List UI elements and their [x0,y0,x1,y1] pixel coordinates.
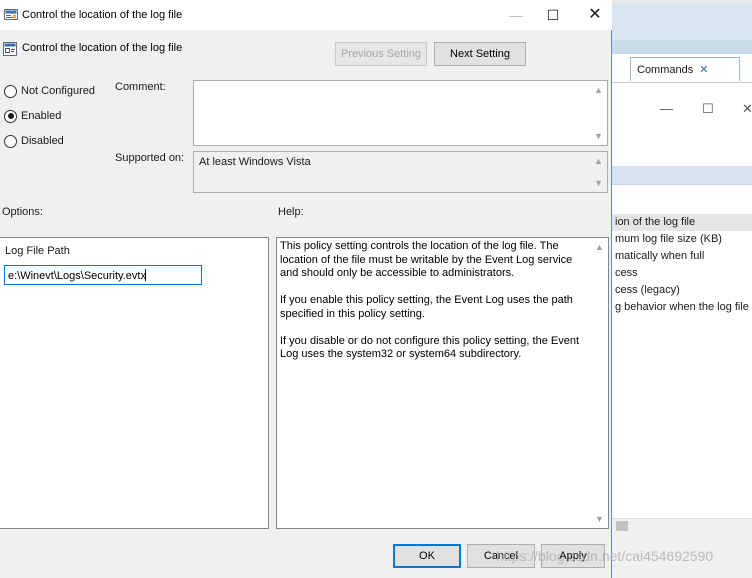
radio-enabled[interactable]: Enabled [4,108,61,124]
help-scrollbar[interactable]: ▲ ▼ [591,238,608,528]
supported-on-scrollbar[interactable]: ▲ ▼ [590,152,607,192]
supported-on-value: At least Windows Vista [199,156,311,168]
title-bar[interactable]: Control the location of the log file — ☐… [0,0,612,30]
policy-setting-icon [3,42,17,56]
background-spacer [612,184,752,212]
log-file-path-label: Log File Path [5,245,70,257]
radio-button[interactable] [4,134,17,148]
text-caret [144,269,146,281]
maximize-button[interactable]: ☐ [530,0,576,30]
radio-button[interactable] [4,84,17,98]
maximize-icon[interactable]: ☐ [702,101,714,117]
minimize-icon[interactable]: — [660,101,673,116]
help-paragraph: This policy setting controls the locatio… [280,240,573,279]
scroll-down-icon[interactable]: ▼ [590,176,607,190]
radio-not-configured[interactable]: Not Configured [4,83,95,99]
log-file-path-input[interactable]: e:\Winevt\Logs\Security.evtx [4,265,202,285]
list-item[interactable]: g behavior when the log file [612,299,752,316]
supported-on-field: At least Windows Vista ▲ ▼ [193,151,608,193]
background-ribbon-lower [612,40,752,54]
setting-title: Control the location of the log file [22,42,183,54]
list-item[interactable]: matically when full [612,248,752,265]
radio-label: Disabled [21,135,64,147]
help-section-label: Help: [278,206,304,218]
scroll-down-icon[interactable]: ▼ [590,129,607,143]
comment-scrollbar[interactable]: ▲ ▼ [590,81,607,145]
close-icon: ✕ [588,6,602,23]
scroll-down-icon[interactable]: ▼ [591,512,608,526]
close-icon[interactable]: ✕ [699,64,708,76]
radio-label: Not Configured [21,85,95,97]
window-title: Control the location of the log file [22,9,183,21]
next-setting-button[interactable]: Next Setting [434,42,526,66]
help-text: This policy setting controls the locatio… [280,240,592,375]
scrollbar-thumb[interactable] [616,521,628,531]
supported-on-label: Supported on: [115,152,185,164]
background-inner-window: — ☐ ✕ [612,82,752,168]
scroll-up-icon[interactable]: ▲ [591,240,608,254]
background-settings-list: ion of the log file mum log file size (K… [612,214,752,316]
background-horizontal-scrollbar[interactable] [612,518,752,532]
previous-setting-button[interactable]: Previous Setting [335,42,427,66]
scroll-up-icon[interactable]: ▲ [590,83,607,97]
watermark: https://blog.csdn.net/cai454692590 [496,548,714,564]
options-section-label: Options: [2,206,43,218]
help-paragraph: If you disable or do not configure this … [280,334,580,361]
commands-tab-label: Commands [637,64,694,76]
close-button[interactable]: ✕ [572,0,618,30]
policy-setting-dialog: Control the location of the log file — ☐… [0,0,612,578]
comment-label: Comment: [115,81,166,93]
radio-label: Enabled [21,110,62,122]
commands-tab[interactable]: Commands ✕ [630,57,740,81]
radio-disabled[interactable]: Disabled [4,133,64,149]
minimize-icon: — [509,7,523,23]
scroll-up-icon[interactable]: ▲ [590,154,607,168]
maximize-icon: ☐ [546,7,560,23]
list-item[interactable]: mum log file size (KB) [612,231,752,248]
list-item[interactable]: cess [612,265,752,282]
comment-value [194,81,607,89]
list-item[interactable]: ion of the log file [612,214,752,231]
help-paragraph: If you enable this policy setting, the E… [280,294,573,320]
radio-button[interactable] [4,109,17,123]
list-item[interactable]: cess (legacy) [612,282,752,299]
close-icon[interactable]: ✕ [742,101,752,117]
log-file-path-value: e:\Winevt\Logs\Security.evtx [8,270,146,282]
ok-button[interactable]: OK [393,544,461,568]
background-column-header [612,166,752,184]
comment-textarea[interactable]: ▲ ▼ [193,80,608,146]
policy-setting-icon [4,9,18,20]
